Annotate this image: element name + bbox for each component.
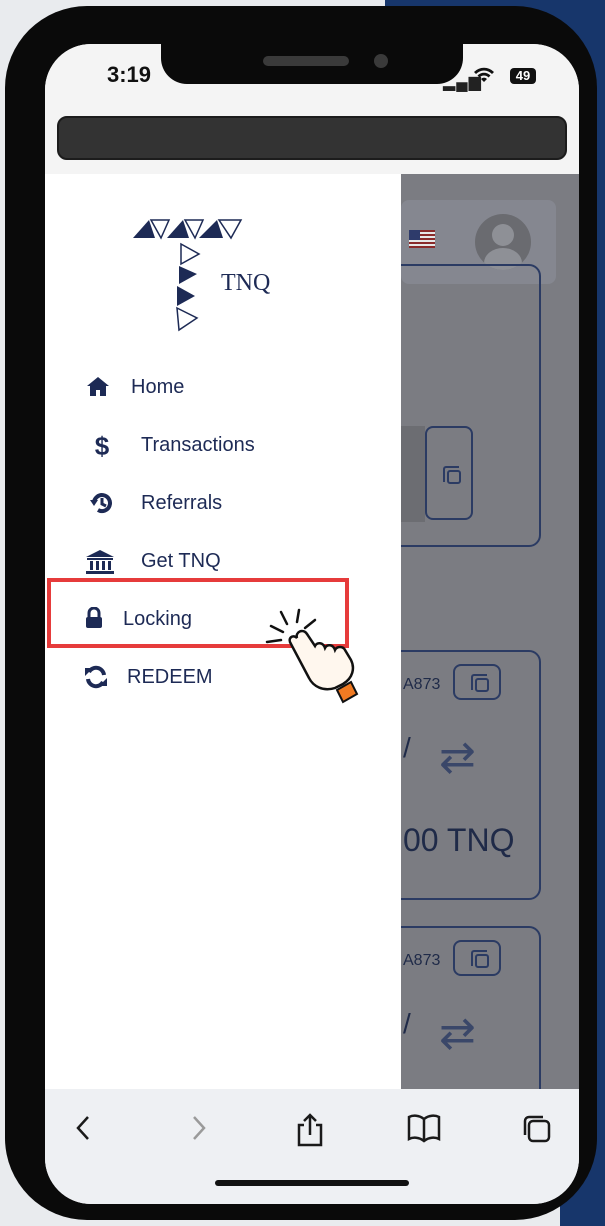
menu-label: Referrals (141, 492, 223, 514)
menu-item-home[interactable]: Home (45, 370, 345, 410)
address-bar[interactable] (57, 116, 567, 160)
transaction-card: A873 / ⇄ (401, 926, 541, 1089)
swap-icon: ⇄ (439, 1009, 476, 1058)
copy-icon (471, 674, 489, 692)
address-fragment: A873 (403, 952, 441, 969)
history-icon (89, 491, 115, 517)
address-field (401, 426, 425, 522)
copy-icon (471, 950, 489, 968)
navigation-drawer: TNQ Home $ Transactions Referrals Get TN… (45, 174, 401, 1089)
battery-indicator: 49 (510, 68, 536, 84)
notch-camera (374, 54, 388, 68)
pointer-hand-icon (265, 608, 359, 704)
notch-speaker (263, 56, 349, 66)
arrow-fragment: / (403, 732, 411, 763)
dollar-icon: $ (94, 431, 110, 461)
menu-item-referrals[interactable]: Referrals (45, 486, 345, 526)
brand-name: TNQ (221, 270, 271, 296)
tabs-icon[interactable] (521, 1113, 553, 1153)
wallet-card (401, 264, 541, 547)
copy-button[interactable] (453, 664, 501, 700)
home-icon (85, 375, 111, 401)
book-icon[interactable] (407, 1113, 441, 1151)
swap-icon: ⇄ (439, 733, 476, 782)
background-page-overlay[interactable]: A873 / ⇄ 00 TNQ A873 / ⇄ (401, 174, 579, 1089)
notch (161, 44, 463, 84)
status-time: 3:19 (107, 62, 152, 87)
menu-label: Transactions (141, 434, 255, 456)
menu-item-transactions[interactable]: $ Transactions (45, 428, 345, 468)
forward-icon[interactable] (189, 1113, 209, 1151)
menu-label: REDEEM (127, 666, 213, 688)
menu-label: Locking (123, 608, 192, 630)
menu-label: Home (131, 376, 185, 398)
home-indicator (215, 1180, 409, 1186)
amount-fragment: 00 TNQ (403, 822, 515, 858)
share-icon[interactable] (295, 1113, 325, 1155)
back-icon[interactable] (73, 1113, 93, 1151)
copy-button[interactable] (425, 426, 473, 520)
phone-frame: 3:19 ▂▄▆ 49 A873 / ⇄ 00 TNQ A873 / ⇄ TNQ… (5, 6, 597, 1220)
transaction-card: A873 / ⇄ 00 TNQ (401, 650, 541, 900)
copy-icon (443, 466, 461, 484)
browser-toolbar (45, 1089, 579, 1204)
arrow-fragment: / (403, 1008, 411, 1039)
lock-icon (81, 606, 107, 633)
bank-icon (85, 549, 114, 575)
web-content: A873 / ⇄ 00 TNQ A873 / ⇄ TNQ Home $ Tran… (45, 174, 579, 1089)
avatar[interactable] (475, 214, 531, 270)
address-fragment: A873 (403, 676, 441, 693)
refresh-icon (83, 665, 109, 691)
menu-label: Get TNQ (141, 550, 221, 572)
copy-button[interactable] (453, 940, 501, 976)
us-flag-icon[interactable] (409, 230, 435, 248)
wifi-icon (473, 66, 495, 90)
phone-screen: 3:19 ▂▄▆ 49 A873 / ⇄ 00 TNQ A873 / ⇄ TNQ… (45, 44, 579, 1204)
